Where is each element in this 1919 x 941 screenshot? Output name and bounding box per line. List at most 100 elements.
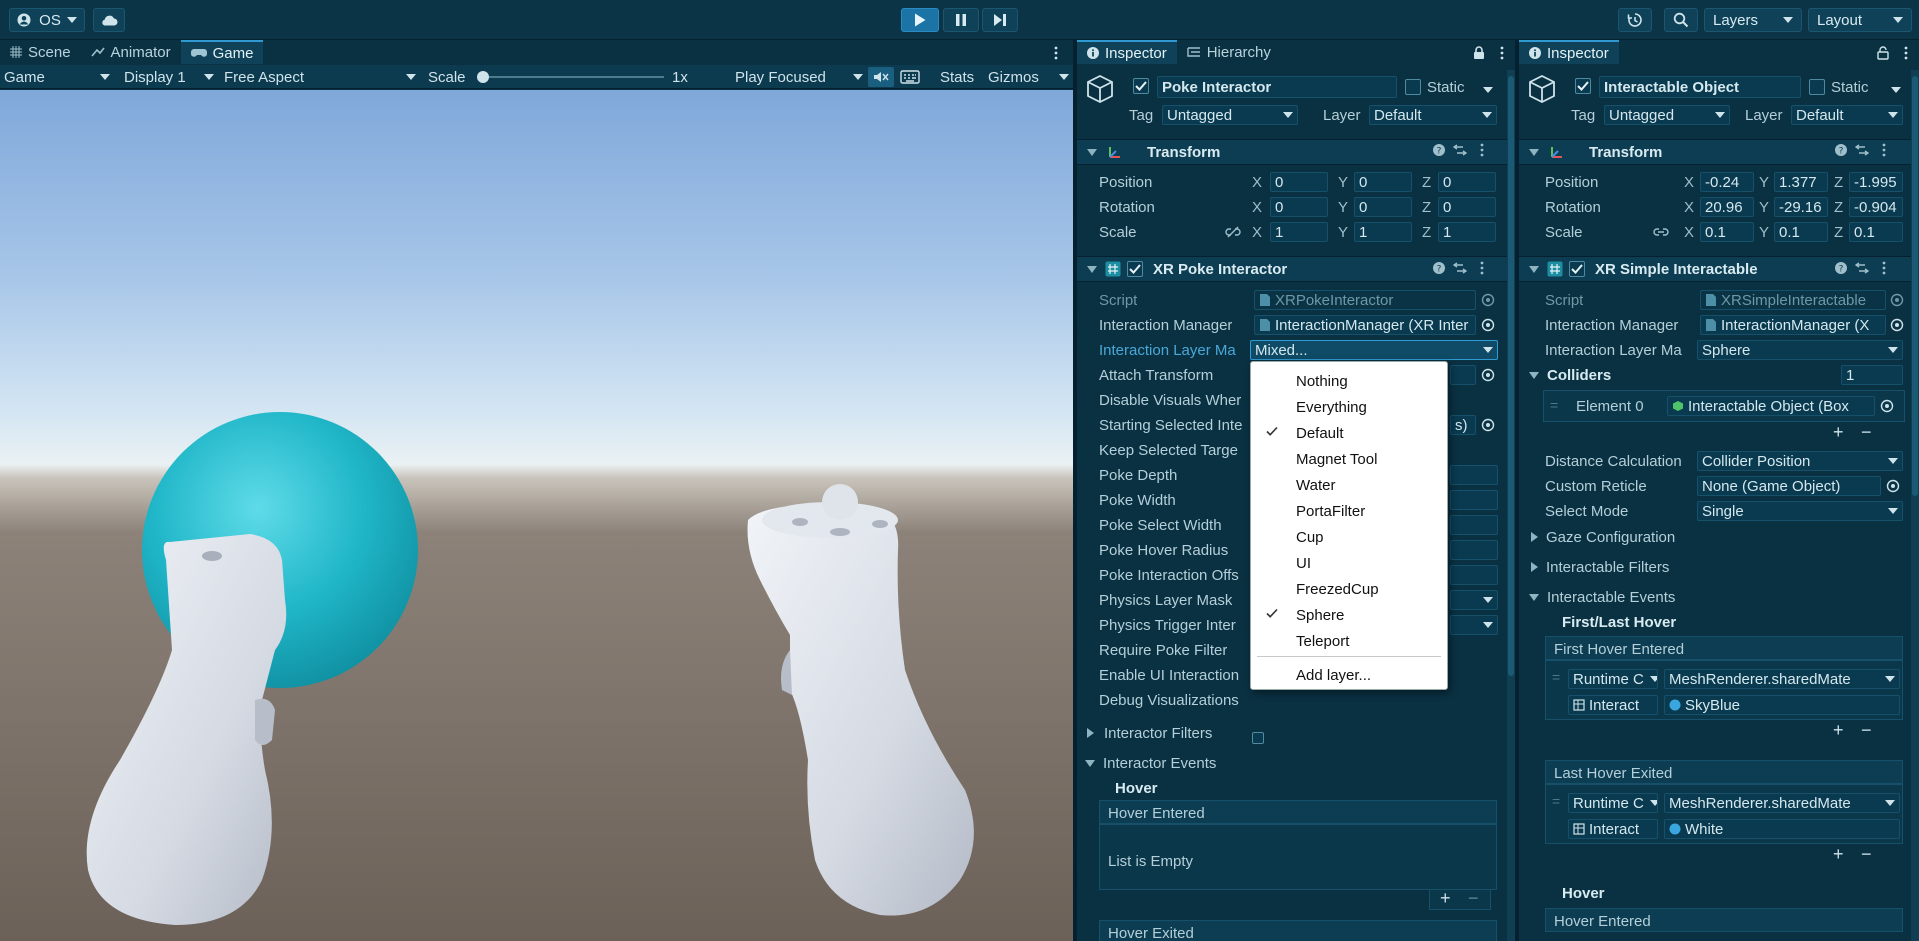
- remove-element-button[interactable]: −: [1861, 720, 1872, 741]
- more-options-icon[interactable]: [1903, 46, 1909, 60]
- menu-item-everything[interactable]: Everything: [1251, 394, 1447, 420]
- pause-button[interactable]: [943, 8, 979, 32]
- unlock-icon[interactable]: [1877, 46, 1889, 60]
- poke-interaction-offset-input[interactable]: [1450, 565, 1498, 585]
- object-picker-icon[interactable]: [1481, 293, 1495, 307]
- rotation-z-input[interactable]: 0: [1438, 197, 1496, 217]
- colliders-count-input[interactable]: 1: [1841, 365, 1903, 385]
- object-picker-icon[interactable]: [1890, 318, 1904, 332]
- interaction-manager-field[interactable]: InteractionManager (XR Inter: [1254, 315, 1476, 335]
- component-enabled-checkbox[interactable]: [1569, 261, 1585, 277]
- custom-reticle-field[interactable]: None (Game Object): [1697, 476, 1881, 496]
- stats-button[interactable]: Stats: [940, 65, 974, 89]
- scale-y-input[interactable]: 1: [1354, 222, 1412, 242]
- preset-icon[interactable]: [1855, 262, 1869, 274]
- tab-inspector[interactable]: Inspector: [1077, 40, 1177, 64]
- remove-element-button[interactable]: −: [1861, 844, 1872, 865]
- interactor-filters-foldout[interactable]: Interactor Filters: [1087, 722, 1212, 744]
- help-icon[interactable]: ?: [1835, 262, 1847, 274]
- rotation-y-input[interactable]: 0: [1354, 197, 1412, 217]
- menu-item-ui[interactable]: UI: [1251, 550, 1447, 576]
- scale-x-input[interactable]: 0.1: [1700, 222, 1754, 242]
- static-chevron-icon[interactable]: [1891, 87, 1901, 93]
- inspector-scroll-thumb[interactable]: [1912, 76, 1918, 496]
- tab-scene[interactable]: Scene: [0, 40, 81, 64]
- position-x-input[interactable]: 0: [1270, 172, 1328, 192]
- static-chevron-icon[interactable]: [1483, 87, 1493, 93]
- layer-select[interactable]: Default: [1369, 105, 1497, 125]
- layers-dropdown[interactable]: Layers: [1704, 8, 1802, 32]
- scale-slider-track[interactable]: [478, 76, 664, 78]
- remove-element-button[interactable]: −: [1468, 888, 1479, 909]
- gaze-configuration-foldout[interactable]: Gaze Configuration: [1531, 526, 1675, 548]
- method-select[interactable]: MeshRenderer.sharedMate: [1664, 793, 1900, 813]
- remove-element-button[interactable]: −: [1861, 422, 1872, 443]
- position-x-input[interactable]: -0.24: [1700, 172, 1754, 192]
- play-button[interactable]: [901, 8, 939, 32]
- lock-icon[interactable]: [1473, 46, 1485, 60]
- rotation-y-input[interactable]: -29.16: [1774, 197, 1828, 217]
- select-mode-select[interactable]: Single: [1697, 501, 1903, 521]
- menu-item-nothing[interactable]: Nothing: [1251, 368, 1447, 394]
- component-menu-icon[interactable]: [1881, 261, 1887, 275]
- add-element-button[interactable]: +: [1833, 422, 1844, 443]
- object-picker-icon[interactable]: [1481, 318, 1495, 332]
- menu-item-teleport[interactable]: Teleport: [1251, 628, 1447, 654]
- play-mode-select[interactable]: Play Focused: [735, 65, 863, 89]
- physics-trigger-select[interactable]: [1450, 615, 1498, 635]
- static-checkbox[interactable]: [1809, 79, 1825, 95]
- cloud-button[interactable]: [93, 8, 125, 32]
- component-menu-icon[interactable]: [1479, 143, 1485, 157]
- account-dropdown[interactable]: OS: [9, 8, 85, 32]
- add-element-button[interactable]: +: [1833, 844, 1844, 865]
- history-button[interactable]: [1618, 8, 1652, 32]
- more-options-icon[interactable]: [1053, 46, 1059, 60]
- inspector-scroll-thumb[interactable]: [1508, 76, 1514, 676]
- more-options-icon[interactable]: [1499, 46, 1505, 60]
- object-picker-icon[interactable]: [1880, 399, 1894, 413]
- position-z-input[interactable]: -1.995: [1849, 172, 1903, 192]
- object-picker-icon[interactable]: [1886, 479, 1900, 493]
- target-object-field[interactable]: Interact: [1568, 695, 1658, 715]
- step-button[interactable]: [982, 8, 1018, 32]
- object-name-input[interactable]: Interactable Object: [1599, 76, 1801, 98]
- tag-select[interactable]: Untagged: [1604, 105, 1730, 125]
- preset-icon[interactable]: [1453, 144, 1467, 156]
- menu-item-freezedcup[interactable]: FreezedCup: [1251, 576, 1447, 602]
- game-viewport[interactable]: [0, 90, 1073, 941]
- poke-hover-radius-input[interactable]: [1450, 540, 1498, 560]
- position-y-input[interactable]: 1.377: [1774, 172, 1828, 192]
- element-0-field[interactable]: Interactable Object (Box: [1667, 396, 1875, 416]
- aspect-select[interactable]: Free Aspect: [224, 65, 416, 89]
- object-picker-icon[interactable]: [1481, 368, 1495, 382]
- runtime-select[interactable]: Runtime C: [1568, 793, 1658, 813]
- xr-simple-interactable-header[interactable]: XR Simple Interactable: [1519, 256, 1911, 282]
- scale-slider-handle[interactable]: [477, 71, 489, 83]
- drag-handle-icon[interactable]: =: [1550, 397, 1558, 413]
- component-enabled-checkbox[interactable]: [1127, 261, 1143, 277]
- help-icon[interactable]: ?: [1835, 144, 1847, 156]
- rotation-x-input[interactable]: 0: [1270, 197, 1328, 217]
- menu-item-cup[interactable]: Cup: [1251, 524, 1447, 550]
- component-menu-icon[interactable]: [1479, 261, 1485, 275]
- drag-handle-icon[interactable]: =: [1552, 793, 1560, 809]
- search-button[interactable]: [1664, 8, 1698, 32]
- constrain-proportions-icon[interactable]: [1653, 226, 1669, 238]
- layer-select[interactable]: Default: [1791, 105, 1903, 125]
- preset-icon[interactable]: [1855, 144, 1869, 156]
- game-mode-select[interactable]: Game: [4, 65, 110, 89]
- interactable-filters-foldout[interactable]: Interactable Filters: [1531, 556, 1669, 578]
- display-select[interactable]: Display 1: [124, 65, 214, 89]
- debug-visualizations-checkbox[interactable]: [1252, 732, 1264, 744]
- attach-transform-field[interactable]: [1450, 365, 1476, 385]
- position-y-input[interactable]: 0: [1354, 172, 1412, 192]
- interactor-events-foldout[interactable]: Interactor Events: [1085, 752, 1216, 774]
- scale-z-input[interactable]: 0.1: [1849, 222, 1903, 242]
- poke-select-width-input[interactable]: [1450, 515, 1498, 535]
- preset-icon[interactable]: [1453, 262, 1467, 274]
- poke-depth-input[interactable]: [1450, 465, 1498, 485]
- physics-layer-mask-select[interactable]: [1450, 590, 1498, 610]
- material-field[interactable]: White: [1664, 819, 1900, 839]
- object-name-input[interactable]: Poke Interactor: [1157, 76, 1397, 98]
- interactable-events-foldout[interactable]: Interactable Events: [1529, 586, 1675, 608]
